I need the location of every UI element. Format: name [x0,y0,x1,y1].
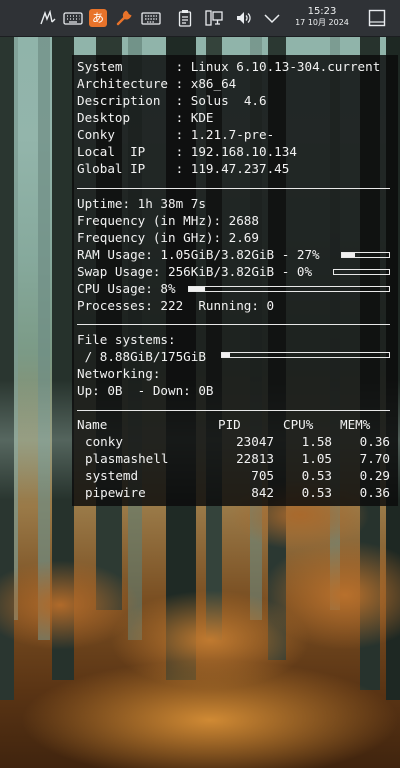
process-cpu: 0.53 [301,468,332,483]
conky-widget: System : Linux 6.10.13-304.current Archit… [72,55,398,506]
column-header-mem: MEM% [340,417,371,432]
filesystem-root-bar-fill [222,353,231,357]
top-panel: あ 15:23 17 10月 2024 [0,0,400,37]
tree-trunk [38,0,50,640]
process-name: pipewire [85,485,146,500]
process-mem: 0.36 [359,434,390,449]
process-cpu: 1.58 [301,434,332,449]
swap-usage-text: Swap Usage: 256KiB/3.82GiB - 0% [77,264,313,279]
system-info-value: Solus 4.6 [190,93,267,108]
networking-header: Networking: [77,366,161,381]
process-name: plasmashell [85,451,169,466]
process-table: Name PID CPU% MEM% conky 23047 1.58 0.36 pla… [72,416,398,504]
system-info-row: Architecture : x86_64 [77,75,236,92]
column-header-pid: PID [218,417,241,432]
system-info-label: Architecture [77,76,168,91]
foliage [20,660,400,768]
digital-clock[interactable]: 15:23 17 10月 2024 [290,6,354,28]
system-info-label: Description [77,93,168,108]
swap-usage-bar [333,269,390,275]
handwriting-icon[interactable] [38,8,58,28]
frequency-mhz-text: Frequency (in MHz): 2688 [77,213,259,228]
system-info-value: KDE [190,110,214,125]
expand-tray-icon[interactable] [262,8,282,28]
frequency-ghz-text: Frequency (in GHz): 2.69 [77,230,259,245]
input-method-icon[interactable]: あ [88,8,108,28]
clock-date: 17 10月 2024 [295,18,349,27]
cpu-usage-bar [188,286,390,292]
cpu-usage-bar-fill [189,287,205,291]
processes-text: Processes: 222 Running: 0 [77,298,275,313]
separator: : [168,161,191,176]
device-monitor-icon[interactable] [204,8,224,28]
process-pid: 22813 [236,451,274,466]
divider [77,410,390,411]
system-info-value: 192.168.10.134 [190,144,297,159]
system-info-row: Local IP : 192.168.10.134 [77,143,297,160]
system-info-label: Conky [77,127,168,142]
filesystems-header: File systems: [77,332,176,347]
process-mem: 0.29 [359,468,390,483]
system-info-row: Conky : 1.21.7-pre- [77,126,274,143]
process-name: conky [85,434,123,449]
separator: : [168,127,191,142]
column-header-cpu: CPU% [283,417,314,432]
process-pid: 705 [251,468,274,483]
separator: : [168,59,191,74]
uptime-text: Uptime: 1h 38m 7s [77,196,206,211]
process-pid: 842 [251,485,274,500]
column-header-name: Name [77,417,108,432]
separator: : [168,110,191,125]
ram-usage-bar-fill [342,253,355,257]
ram-usage-bar [341,252,390,258]
system-info-label: Local IP [77,144,168,159]
system-info-value: 1.21.7-pre- [190,127,275,142]
network-speed-text: Up: 0B - Down: 0B [77,383,214,398]
system-info-label: Desktop [77,110,168,125]
input-method-glyph: あ [89,9,107,27]
divider [77,324,390,325]
process-pid: 23047 [236,434,274,449]
divider [77,188,390,189]
process-cpu: 0.53 [301,485,332,500]
separator: : [168,144,191,159]
process-cpu: 1.05 [301,451,332,466]
separator: : [168,93,191,108]
system-info-value: Linux 6.10.13-304.current [190,59,381,74]
show-desktop-icon[interactable] [366,8,388,28]
cpu-usage-text: CPU Usage: 8% [77,281,176,296]
clipboard-icon[interactable] [176,8,194,28]
process-mem: 7.70 [359,451,390,466]
system-info-value: x86_64 [190,76,237,91]
system-info-row: Desktop : KDE [77,109,214,126]
system-info-value: 119.47.237.45 [190,161,290,176]
keyboard-layout-icon[interactable] [140,8,162,28]
volume-icon[interactable] [234,8,254,28]
system-info-row: System : Linux 6.10.13-304.current [77,58,380,75]
keyboard-icon[interactable] [62,8,84,28]
process-mem: 0.36 [359,485,390,500]
clock-time: 15:23 [307,6,337,17]
system-info-label: System [77,59,168,74]
ram-usage-text: RAM Usage: 1.05GiB/3.82GiB - 27% [77,247,320,262]
process-name: systemd [85,468,139,483]
system-info-row: Description : Solus 4.6 [77,92,267,109]
separator: : [168,76,191,91]
filesystem-root-bar [221,352,390,358]
system-info-row: Global IP : 119.47.237.45 [77,160,289,177]
system-info-label: Global IP [77,161,168,176]
wrench-icon[interactable] [114,8,134,28]
filesystem-root-text: / 8.88GiB/175GiB [77,349,206,364]
